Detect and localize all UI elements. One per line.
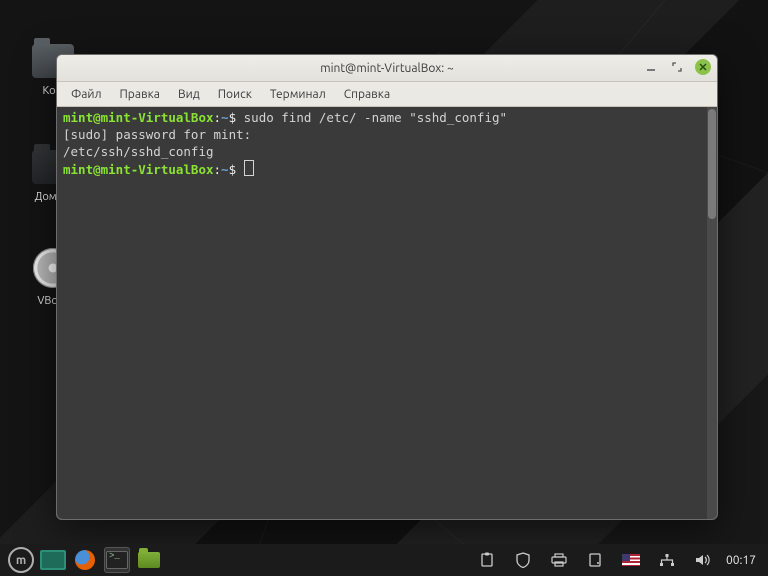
prompt-path: ~ — [221, 110, 229, 125]
close-button[interactable] — [695, 59, 711, 75]
cursor — [244, 160, 254, 176]
menubar: Файл Правка Вид Поиск Терминал Справка — [57, 82, 717, 107]
printer-icon — [551, 553, 567, 567]
tray-network[interactable] — [654, 547, 680, 573]
mint-logo-icon: m — [8, 547, 34, 573]
tray-security[interactable] — [510, 547, 536, 573]
show-desktop-button[interactable] — [40, 547, 66, 573]
taskbar: m — [0, 544, 768, 576]
firefox-launcher[interactable] — [72, 547, 98, 573]
menu-button[interactable]: m — [8, 547, 34, 573]
clipboard-icon — [480, 552, 494, 568]
prompt-user: mint@mint-VirtualBox — [63, 162, 214, 177]
tray-removable[interactable] — [582, 547, 608, 573]
terminal-output: [sudo] password for mint: — [63, 127, 251, 142]
terminal-output: /etc/ssh/sshd_config — [63, 144, 214, 159]
tray-keyboard-layout[interactable] — [618, 547, 644, 573]
files-icon — [138, 552, 160, 568]
prompt-sep: : — [214, 110, 222, 125]
menu-help[interactable]: Справка — [336, 86, 398, 103]
menu-search[interactable]: Поиск — [210, 86, 260, 103]
terminal-icon — [106, 551, 128, 569]
firefox-icon — [75, 550, 95, 570]
window-titlebar[interactable]: mint@mint-VirtualBox: ~ — [57, 55, 717, 82]
menu-terminal[interactable]: Терминал — [262, 86, 334, 103]
minimize-button[interactable] — [643, 59, 659, 75]
menu-edit[interactable]: Правка — [112, 86, 168, 103]
shield-icon — [516, 552, 530, 568]
network-icon — [659, 553, 675, 567]
clock[interactable]: 00:17 — [726, 554, 760, 567]
prompt-end: $ — [229, 162, 237, 177]
system-tray: 00:17 — [474, 547, 760, 573]
tray-clipboard[interactable] — [474, 547, 500, 573]
prompt-sep: : — [214, 162, 222, 177]
prompt-user: mint@mint-VirtualBox — [63, 110, 214, 125]
terminal-command: sudo find /etc/ -name "sshd_config" — [244, 110, 507, 125]
us-flag-icon — [622, 554, 640, 566]
scrollbar[interactable] — [707, 107, 717, 519]
menu-view[interactable]: Вид — [170, 86, 208, 103]
files-launcher[interactable] — [136, 547, 162, 573]
prompt-path: ~ — [221, 162, 229, 177]
tray-volume[interactable] — [690, 547, 716, 573]
menu-file[interactable]: Файл — [63, 86, 110, 103]
terminal-task[interactable] — [104, 547, 130, 573]
volume-icon — [695, 553, 711, 567]
window-title: mint@mint-VirtualBox: ~ — [320, 62, 454, 75]
tray-printers[interactable] — [546, 547, 572, 573]
drive-icon — [588, 552, 602, 568]
terminal-body[interactable]: mint@mint-VirtualBox:~$ sudo find /etc/ … — [57, 107, 717, 519]
maximize-button[interactable] — [669, 59, 685, 75]
scrollbar-thumb[interactable] — [708, 109, 716, 219]
desktop-icon — [40, 550, 66, 570]
terminal-window: mint@mint-VirtualBox: ~ Файл Правка Вид — [56, 54, 718, 520]
prompt-end: $ — [229, 110, 237, 125]
